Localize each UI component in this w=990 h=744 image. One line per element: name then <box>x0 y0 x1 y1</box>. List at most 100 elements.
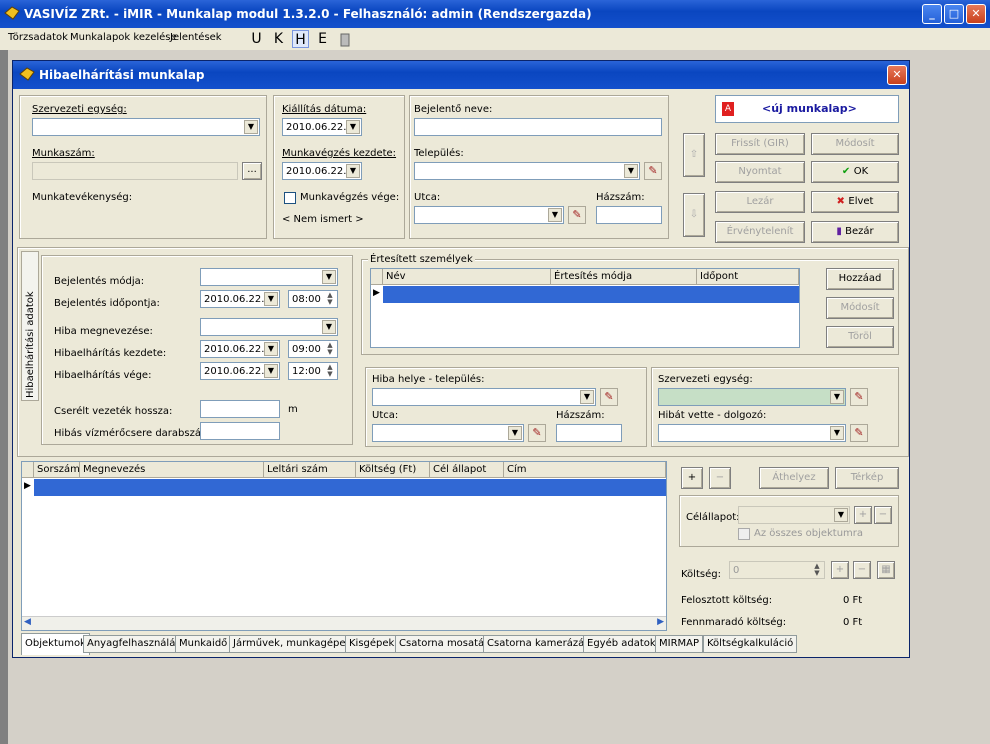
col-ertesites-modja[interactable]: Értesítés módja <box>551 269 697 285</box>
menu-torzsadatok[interactable]: Törzsadatok <box>8 32 68 43</box>
tab-csatorna-kamerazas[interactable]: Csatorna kamerázás <box>483 635 594 653</box>
frissit-button[interactable]: Frissít (GIR) <box>715 133 805 155</box>
bejelento-input[interactable] <box>414 118 662 136</box>
chevron-down-icon[interactable]: ▼ <box>834 508 848 522</box>
hiba-telepules-select[interactable]: ▼ <box>372 388 596 406</box>
hibaelharitas-side-tab[interactable]: Hibaelhárítási adatok <box>21 251 39 401</box>
hibat-vette-pick-icon[interactable]: ✎ <box>850 424 868 442</box>
close-app-button[interactable]: ✕ <box>966 4 986 24</box>
tab-csatorna-mosatas[interactable]: Csatorna mosatás <box>395 635 494 653</box>
koltseg-plus-button[interactable]: + <box>831 561 849 579</box>
chevron-down-icon[interactable]: ▼ <box>346 120 360 134</box>
utca-pick-icon[interactable]: ✎ <box>568 206 586 224</box>
spin-icon[interactable]: ▲ ▼ <box>324 292 336 306</box>
celallapot-plus-button[interactable]: + <box>854 506 872 524</box>
hiba-kezdete-time[interactable]: 09:00 ▲ ▼ <box>288 340 338 358</box>
tab-objektumok[interactable]: Objektumok <box>21 633 90 655</box>
koltseg-input[interactable]: 0 ▲ ▼ <box>729 561 825 579</box>
hiba-kezdete-date[interactable]: 2010.06.22. ▼ <box>200 340 280 358</box>
szervezeti-egyseg-select[interactable]: ▼ <box>32 118 260 136</box>
grid-row[interactable] <box>34 479 666 496</box>
tab-koltsegkalkulacio[interactable]: Költségkalkuláció <box>703 635 798 653</box>
bejelentes-time[interactable]: 08:00 ▲ ▼ <box>288 290 338 308</box>
hazszam-input[interactable] <box>596 206 662 224</box>
col-sorszam[interactable]: Sorszám <box>34 462 80 478</box>
tab-mirmap[interactable]: MIRMAP <box>655 635 704 653</box>
chevron-down-icon[interactable]: ▼ <box>264 342 278 356</box>
spin-icon[interactable]: ▲ ▼ <box>811 563 823 577</box>
chevron-down-icon[interactable]: ▼ <box>830 426 844 440</box>
csere-input[interactable] <box>200 400 280 418</box>
calculator-icon[interactable]: ▦ <box>877 561 895 579</box>
szervezeti-hiba-select[interactable]: ▼ <box>658 388 846 406</box>
col-cel-allapot[interactable]: Cél állapot <box>430 462 504 478</box>
koltseg-minus-button[interactable]: − <box>853 561 871 579</box>
terkep-button[interactable]: Térkép <box>835 467 899 489</box>
tab-munkaido[interactable]: Munkaidő <box>175 635 232 653</box>
tab-kisgepek[interactable]: Kisgépek <box>345 635 399 653</box>
view-k-button[interactable]: K <box>270 30 287 48</box>
modosit-ertesitett-button[interactable]: Módosít <box>826 297 894 319</box>
munkavegzes-vege-checkbox[interactable] <box>284 192 296 204</box>
bejelentes-modja-select[interactable]: ▼ <box>200 268 338 286</box>
chevron-down-icon[interactable]: ▼ <box>244 120 258 134</box>
munkaszam-browse-button[interactable]: ... <box>242 162 262 180</box>
down-arrow-icon[interactable]: ⇩ <box>683 193 705 237</box>
col-nev[interactable]: Név <box>383 269 551 285</box>
munkavegzes-kezdete-date[interactable]: 2010.06.22. ▼ <box>282 162 362 180</box>
objektumok-grid[interactable]: Sorszám Megnevezés Leltári szám Költség … <box>21 461 667 631</box>
view-e-button[interactable]: E <box>314 30 331 48</box>
bezar-button[interactable]: ▮ Bezár <box>811 221 899 243</box>
chevron-down-icon[interactable]: ▼ <box>264 364 278 378</box>
tab-egyeb-adatok[interactable]: Egyéb adatok <box>583 635 660 653</box>
hiba-utca-select[interactable]: ▼ <box>372 424 524 442</box>
hiba-megnevezese-select[interactable]: ▼ <box>200 318 338 336</box>
col-megnevezes[interactable]: Megnevezés <box>80 462 264 478</box>
munkaszam-field[interactable] <box>32 162 238 180</box>
col-koltseg[interactable]: Költség (Ft) <box>356 462 430 478</box>
add-objektum-button[interactable]: + <box>681 467 703 489</box>
maximize-button[interactable]: □ <box>944 4 964 24</box>
chevron-down-icon[interactable]: ▼ <box>830 390 844 404</box>
chevron-down-icon[interactable]: ▼ <box>624 164 638 178</box>
kiallitas-date[interactable]: 2010.06.22. ▼ <box>282 118 362 136</box>
bejelentes-date[interactable]: 2010.06.22. ▼ <box>200 290 280 308</box>
view-u-button[interactable]: U <box>248 30 265 48</box>
hozzaad-button[interactable]: Hozzáad <box>826 268 894 290</box>
view-h-button[interactable]: H <box>292 30 309 48</box>
spin-icon[interactable]: ▲ ▼ <box>324 364 336 378</box>
modosit-button[interactable]: Módosít <box>811 133 899 155</box>
remove-objektum-button[interactable]: − <box>709 467 731 489</box>
celallapot-select[interactable]: ▼ <box>738 506 850 524</box>
spin-icon[interactable]: ▲ ▼ <box>324 342 336 356</box>
chevron-down-icon[interactable]: ▼ <box>580 390 594 404</box>
up-arrow-icon[interactable]: ⇧ <box>683 133 705 177</box>
menu-jelentesek[interactable]: Jelentések <box>170 32 222 43</box>
chevron-down-icon[interactable]: ▼ <box>322 270 336 284</box>
ervenytelenit-button[interactable]: Érvénytelenít <box>715 221 805 243</box>
hiba-utca-pick-icon[interactable]: ✎ <box>528 424 546 442</box>
hiba-hazszam-input[interactable] <box>556 424 622 442</box>
chevron-down-icon[interactable]: ▼ <box>264 292 278 306</box>
elvet-button[interactable]: ✖ Elvet <box>811 191 899 213</box>
col-leltari-szam[interactable]: Leltári szám <box>264 462 356 478</box>
ertesitett-grid[interactable]: Név Értesítés módja Időpont ▶ <box>370 268 800 348</box>
col-idopont[interactable]: Időpont <box>697 269 799 285</box>
chevron-down-icon[interactable]: ▼ <box>548 208 562 222</box>
athelyez-button[interactable]: Áthelyez <box>759 467 829 489</box>
scroll-right-icon[interactable]: ▶ <box>657 617 664 627</box>
menu-munkalapok[interactable]: Munkalapok kezelése <box>70 32 177 43</box>
telepules-select[interactable]: ▼ <box>414 162 640 180</box>
col-cim[interactable]: Cím <box>504 462 666 478</box>
chevron-down-icon[interactable]: ▼ <box>346 164 360 178</box>
hiba-telepules-pick-icon[interactable]: ✎ <box>600 388 618 406</box>
minimize-button[interactable]: _ <box>922 4 942 24</box>
utca-select[interactable]: ▼ <box>414 206 564 224</box>
celallapot-minus-button[interactable]: − <box>874 506 892 524</box>
vizmero-input[interactable] <box>200 422 280 440</box>
chevron-down-icon[interactable]: ▼ <box>322 320 336 334</box>
chevron-down-icon[interactable]: ▼ <box>508 426 522 440</box>
hiba-vege-time[interactable]: 12:00 ▲ ▼ <box>288 362 338 380</box>
grid-row[interactable] <box>383 286 799 303</box>
tab-jarmuvek[interactable]: Járművek, munkagépek <box>229 635 356 653</box>
